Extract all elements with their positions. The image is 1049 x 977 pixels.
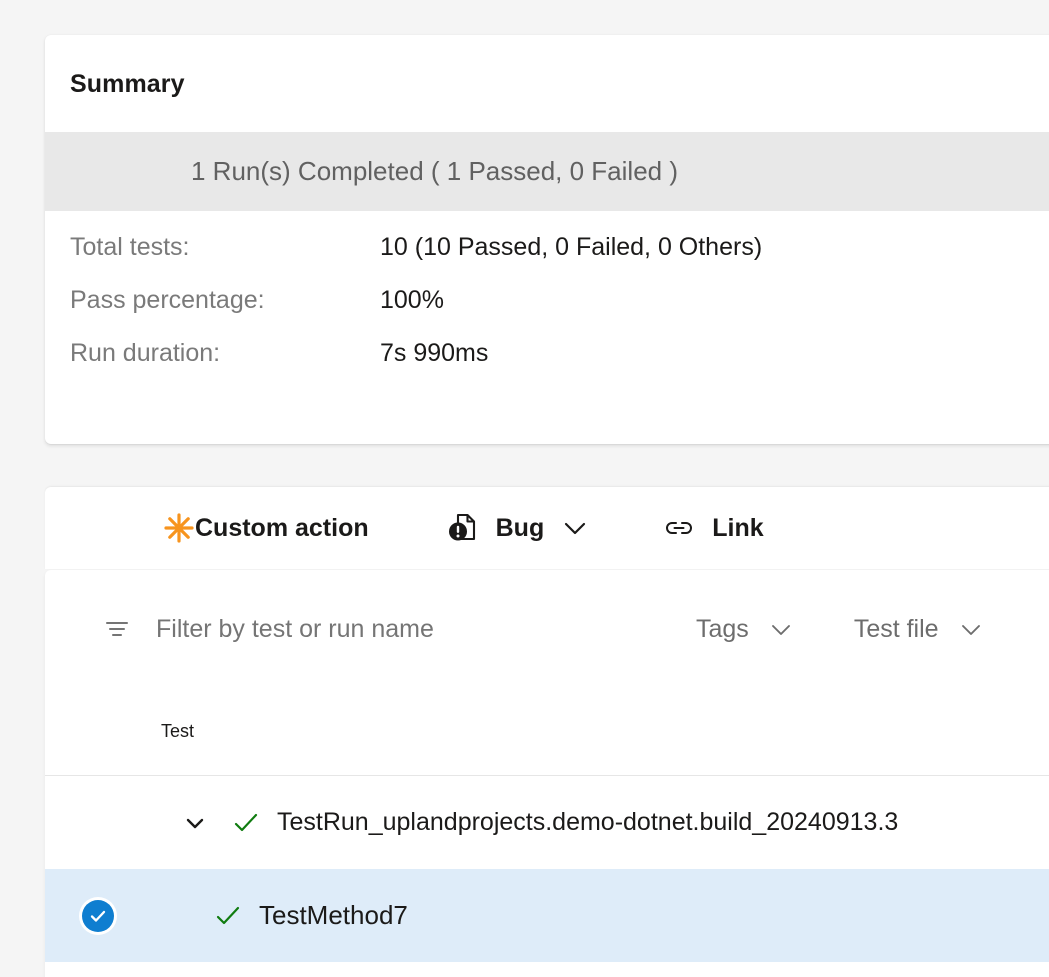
checkmark-icon <box>215 808 277 838</box>
check-circle-icon <box>82 900 114 932</box>
column-header-test: Test <box>161 721 194 742</box>
filter-bar: Tags Test file <box>45 570 1049 688</box>
stat-value-run-duration: 7s 990ms <box>380 339 488 368</box>
chevron-down-icon[interactable] <box>561 514 589 542</box>
stat-label-run-duration: Run duration: <box>70 339 380 368</box>
row-expander-chevron-down-icon[interactable] <box>175 812 215 834</box>
filter-input[interactable] <box>156 615 696 644</box>
custom-action-label: Custom action <box>195 514 369 543</box>
stat-row-run-duration: Run duration: 7s 990ms <box>70 339 1049 392</box>
stat-row-total-tests: Total tests: 10 (10 Passed, 0 Failed, 0 … <box>70 233 1049 286</box>
table-row[interactable]: TestRun_uplandprojects.demo-dotnet.build… <box>45 776 1049 869</box>
run-status-banner: 1 Run(s) Completed ( 1 Passed, 0 Failed … <box>45 132 1049 211</box>
link-button[interactable]: Link <box>663 505 763 551</box>
summary-card: Summary 1 Run(s) Completed ( 1 Passed, 0… <box>45 35 1049 444</box>
bug-label: Bug <box>496 514 545 543</box>
grid-header: Test <box>45 688 1049 776</box>
asterisk-icon <box>163 512 195 544</box>
chevron-down-icon <box>766 614 796 644</box>
checkmark-icon <box>197 901 259 931</box>
bug-button[interactable]: Bug <box>446 505 590 551</box>
test-method-name: TestMethod7 <box>259 900 408 931</box>
filter-icon <box>100 614 134 644</box>
stat-row-pass-percentage: Pass percentage: 100% <box>70 286 1049 339</box>
row-checkbox[interactable] <box>45 900 151 932</box>
run-status-banner-text: 1 Run(s) Completed ( 1 Passed, 0 Failed … <box>191 156 678 187</box>
custom-action-button[interactable]: Custom action <box>163 505 369 551</box>
stat-value-pass-percentage: 100% <box>380 286 444 315</box>
test-run-name: TestRun_uplandprojects.demo-dotnet.build… <box>277 808 898 837</box>
stat-value-total-tests: 10 (10 Passed, 0 Failed, 0 Others) <box>380 233 762 262</box>
page-title: Summary <box>45 35 1049 99</box>
tags-dropdown-label: Tags <box>696 615 749 644</box>
link-icon <box>663 512 695 544</box>
test-file-dropdown[interactable]: Test file <box>854 614 986 644</box>
stat-label-total-tests: Total tests: <box>70 233 380 262</box>
chevron-down-icon <box>956 614 986 644</box>
test-file-dropdown-label: Test file <box>854 615 939 644</box>
test-results-card: Tags Test file Test <box>45 570 1049 977</box>
stat-label-pass-percentage: Pass percentage: <box>70 286 380 315</box>
action-toolbar: Custom action Bug <box>45 487 1049 569</box>
summary-stats: Total tests: 10 (10 Passed, 0 Failed, 0 … <box>45 211 1049 392</box>
tags-dropdown[interactable]: Tags <box>696 614 796 644</box>
bug-report-icon <box>446 511 480 545</box>
link-label: Link <box>712 514 763 543</box>
table-row[interactable]: TestMethod7 <box>45 869 1049 962</box>
